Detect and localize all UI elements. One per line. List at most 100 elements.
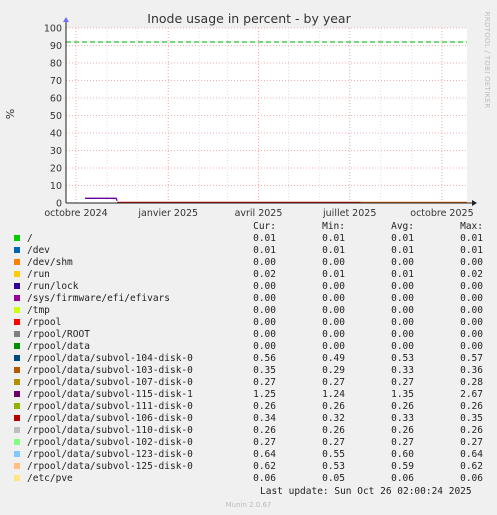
legend-avg: 0.01 (391, 233, 414, 244)
legend-cur: 0.00 (253, 305, 276, 316)
legend-min: 0.49 (322, 353, 345, 364)
legend-max: 0.27 (460, 437, 483, 448)
legend-cur: 0.02 (253, 269, 276, 280)
legend-max: 0.00 (460, 305, 483, 316)
legend-min: 0.00 (322, 293, 345, 304)
x-tick-label: janvier 2025 (137, 208, 198, 219)
legend-avg: 0.27 (391, 437, 414, 448)
legend-avg: 0.53 (391, 353, 414, 364)
legend-avg: 0.01 (391, 269, 414, 280)
legend-swatch (14, 463, 20, 469)
x-tick-label: octobre 2025 (410, 208, 473, 219)
legend-min: 0.00 (322, 341, 345, 352)
legend-row: /rpool/data/subvol-106-disk-0 0.34 0.32 0.3… (12, 413, 488, 425)
legend-header: Cur: Min: Avg: Max: (12, 221, 488, 233)
legend-name: /run/lock (27, 281, 79, 292)
legend-max: 0.36 (460, 365, 483, 376)
y-tick-label: 30 (50, 146, 62, 157)
legend-row: /rpool 0.00 0.00 0.00 0.00 (12, 317, 488, 329)
header-avg: Avg: (391, 221, 414, 232)
legend-swatch (14, 475, 20, 481)
legend-min: 0.00 (322, 257, 345, 268)
y-tick-label: 40 (50, 129, 62, 140)
legend-row: /rpool/data 0.00 0.00 0.00 0.00 (12, 341, 488, 353)
legend-avg: 0.60 (391, 449, 414, 460)
chart-title: Inode usage in percent - by year (147, 11, 351, 26)
legend-swatch (14, 271, 20, 277)
legend-avg: 0.00 (391, 341, 414, 352)
legend-row: /rpool/ROOT 0.00 0.00 0.00 0.00 (12, 329, 488, 341)
legend-max: 0.00 (460, 281, 483, 292)
legend-name: /rpool/data (27, 341, 90, 352)
legend-swatch (14, 355, 20, 361)
y-axis-label: % (4, 109, 17, 119)
legend-swatch (14, 331, 20, 337)
header-min: Min: (322, 221, 345, 232)
legend-swatch (14, 367, 20, 373)
legend-cur: 0.62 (253, 461, 276, 472)
legend-cur: 0.56 (253, 353, 276, 364)
legend-cur: 0.06 (253, 473, 276, 484)
legend-swatch (14, 319, 20, 325)
chart-canvas: 0102030405060708090100 octobre 2024 janvi… (4, 11, 491, 219)
legend-row: /rpool/data/subvol-107-disk-0 0.27 0.27 0.2… (12, 377, 488, 389)
legend-name: /rpool/data/subvol-107-disk-0 (27, 377, 193, 388)
legend-avg: 0.33 (391, 365, 414, 376)
legend-swatch (14, 451, 20, 457)
legend-name: /rpool/data/subvol-106-disk-0 (27, 413, 193, 424)
legend-cur: 0.34 (253, 413, 276, 424)
rrdtool-credit: RRDTOOL / TOBI OETIKER (483, 12, 491, 109)
legend-name: /dev/shm (27, 257, 73, 268)
legend-avg: 0.00 (391, 257, 414, 268)
legend-swatch (14, 247, 20, 253)
legend-row: /rpool/data/subvol-102-disk-0 0.27 0.27 0.2… (12, 437, 488, 449)
x-tick-label: juillet 2025 (322, 208, 376, 219)
legend-avg: 0.00 (391, 329, 414, 340)
legend-max: 0.64 (460, 449, 483, 460)
y-tick-label: 90 (50, 41, 62, 52)
legend-avg: 0.00 (391, 293, 414, 304)
last-update: Last update: Sun Oct 26 02:00:24 2025 (260, 486, 472, 497)
legend-name: /rpool/data/subvol-123-disk-0 (27, 449, 193, 460)
legend-row: /rpool/data/subvol-115-disk-1 1.25 1.24 1.3… (12, 389, 488, 401)
legend-row: /rpool/data/subvol-111-disk-0 0.26 0.26 0.2… (12, 401, 488, 413)
x-axis-ticks: octobre 2024 janvier 2025 avril 2025 juille… (44, 208, 473, 219)
y-tick-label: 60 (50, 94, 62, 105)
legend-cur: 0.64 (253, 449, 276, 460)
legend-min: 0.01 (322, 233, 345, 244)
legend-row: /rpool/data/subvol-123-disk-0 0.64 0.55 0.6… (12, 449, 488, 461)
legend-min: 0.26 (322, 425, 345, 436)
legend-row: /dev/shm 0.00 0.00 0.00 0.00 (12, 257, 488, 269)
legend-min: 0.00 (322, 329, 345, 340)
legend-max: 0.62 (460, 461, 483, 472)
legend-cur: 0.35 (253, 365, 276, 376)
legend-row: /run/lock 0.00 0.00 0.00 0.00 (12, 281, 488, 293)
y-axis-ticks: 0102030405060708090100 (44, 24, 62, 210)
legend-swatch (14, 439, 20, 445)
legend-max: 0.02 (460, 269, 483, 280)
legend-swatch (14, 391, 20, 397)
legend-max: 0.26 (460, 401, 483, 412)
legend-swatch (14, 235, 20, 241)
legend-name: /tmp (27, 305, 50, 316)
legend-min: 0.01 (322, 269, 345, 280)
legend-name: /rpool/data/subvol-115-disk-1 (27, 389, 193, 400)
chart-grid (66, 27, 467, 203)
y-axis-arrow (63, 17, 69, 22)
legend-min: 0.00 (322, 317, 345, 328)
legend-row: /rpool/data/subvol-110-disk-0 0.26 0.26 0.2… (12, 425, 488, 437)
legend-cur: 0.27 (253, 437, 276, 448)
legend-row: / 0.01 0.01 0.01 0.01 (12, 233, 488, 245)
x-tick-label: octobre 2024 (44, 208, 107, 219)
legend-swatch (14, 283, 20, 289)
legend-max: 0.01 (460, 233, 483, 244)
legend-min: 0.26 (322, 401, 345, 412)
legend-cur: 0.00 (253, 257, 276, 268)
y-tick-label: 10 (50, 181, 62, 192)
legend-cur: 0.01 (253, 233, 276, 244)
legend-avg: 0.27 (391, 377, 414, 388)
legend-max: 0.35 (460, 413, 483, 424)
legend-cur: 0.27 (253, 377, 276, 388)
legend-name: /dev (27, 245, 50, 256)
legend-min: 0.32 (322, 413, 345, 424)
